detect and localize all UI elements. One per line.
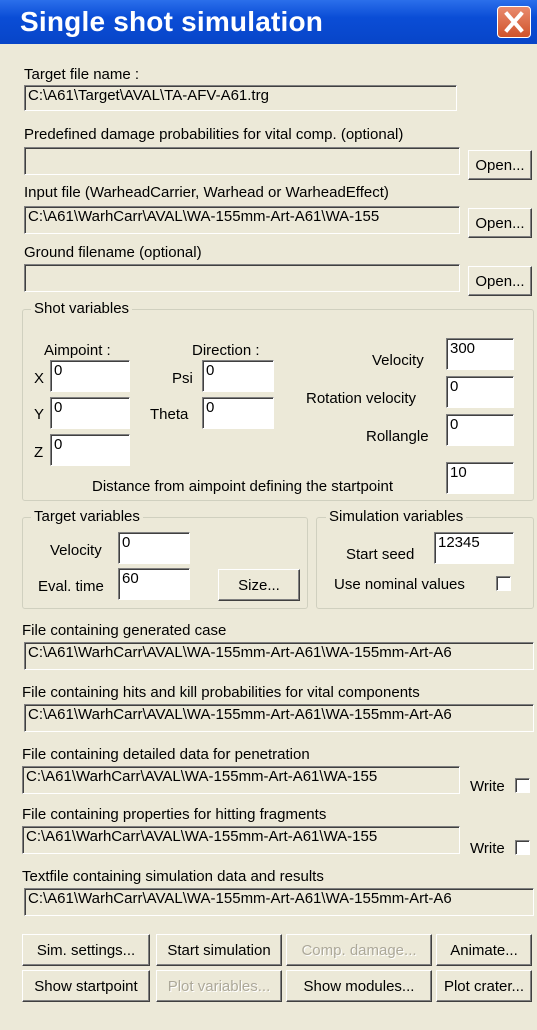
predefined-damage-label: Predefined damage probabilities for vita…: [24, 126, 404, 143]
target-file-label: Target file name :: [24, 66, 140, 83]
aimpoint-label: Aimpoint :: [44, 342, 111, 359]
rollangle-input[interactable]: 0: [446, 414, 514, 446]
generated-case-label: File containing generated case: [22, 622, 227, 639]
target-velocity-label: Velocity: [50, 542, 102, 559]
target-velocity-input[interactable]: 0: [118, 532, 190, 564]
hits-file-label: File containing hits and kill probabilit…: [22, 684, 420, 701]
fragments-write-label: Write: [470, 840, 505, 857]
psi-input[interactable]: 0: [202, 360, 274, 392]
input-file-open-button[interactable]: Open...: [468, 208, 532, 238]
aimpoint-y-input[interactable]: 0: [50, 397, 130, 429]
eval-time-label: Eval. time: [38, 578, 104, 595]
eval-time-input[interactable]: 60: [118, 568, 190, 600]
penetration-file-label: File containing detailed data for penetr…: [22, 746, 310, 763]
use-nominal-label: Use nominal values: [334, 576, 465, 593]
rotation-velocity-input[interactable]: 0: [446, 376, 514, 408]
penetration-file-field: C:\A61\WarhCarr\AVAL\WA-155mm-Art-A61\WA…: [22, 766, 460, 794]
start-seed-label: Start seed: [346, 546, 415, 563]
ground-file-open-button[interactable]: Open...: [468, 266, 532, 296]
theta-label: Theta: [150, 406, 189, 423]
textfile-field: C:\A61\WarhCarr\AVAL\WA-155mm-Art-A61\WA…: [24, 888, 534, 916]
rollangle-label: Rollangle: [366, 428, 429, 445]
simulation-variables-title: Simulation variables: [326, 508, 467, 526]
predefined-damage-field: [24, 147, 460, 175]
plot-variables-button[interactable]: Plot variables...: [156, 970, 282, 1002]
generated-case-field: C:\A61\WarhCarr\AVAL\WA-155mm-Art-A61\WA…: [24, 642, 534, 670]
close-button[interactable]: [497, 6, 531, 38]
velocity-label: Velocity: [372, 352, 424, 369]
close-icon: [504, 11, 524, 33]
start-seed-input[interactable]: 12345: [434, 532, 514, 564]
distance-label: Distance from aimpoint defining the star…: [92, 478, 393, 495]
ground-file-field: [24, 264, 460, 292]
aimpoint-z-input[interactable]: 0: [50, 434, 130, 466]
hits-file-field: C:\A61\WarhCarr\AVAL\WA-155mm-Art-A61\WA…: [24, 704, 534, 732]
theta-input[interactable]: 0: [202, 397, 274, 429]
plot-crater-button[interactable]: Plot crater...: [436, 970, 532, 1002]
animate-button[interactable]: Animate...: [436, 934, 532, 966]
size-button[interactable]: Size...: [218, 569, 300, 601]
z-label: Z: [34, 444, 44, 461]
rotation-velocity-label: Rotation velocity: [306, 390, 417, 407]
start-simulation-button[interactable]: Start simulation: [156, 934, 282, 966]
predefined-open-button[interactable]: Open...: [468, 150, 532, 180]
show-startpoint-button[interactable]: Show startpoint: [22, 970, 150, 1002]
direction-label: Direction :: [192, 342, 260, 359]
psi-label: Psi: [172, 370, 193, 387]
velocity-input[interactable]: 300: [446, 338, 514, 370]
use-nominal-checkbox[interactable]: [496, 576, 511, 591]
aimpoint-x-input[interactable]: 0: [50, 360, 130, 392]
penetration-write-checkbox[interactable]: [515, 778, 530, 793]
fragments-file-field: C:\A61\WarhCarr\AVAL\WA-155mm-Art-A61\WA…: [22, 826, 460, 854]
comp-damage-button[interactable]: Comp. damage...: [286, 934, 432, 966]
input-file-label: Input file (WarheadCarrier, Warhead or W…: [24, 184, 389, 201]
distance-input[interactable]: 10: [446, 462, 514, 494]
sim-settings-button[interactable]: Sim. settings...: [22, 934, 150, 966]
fragments-file-label: File containing properties for hitting f…: [22, 806, 327, 823]
shot-variables-title: Shot variables: [31, 300, 133, 318]
textfile-label: Textfile containing simulation data and …: [22, 868, 324, 885]
y-label: Y: [34, 406, 45, 423]
fragments-write-checkbox[interactable]: [515, 840, 530, 855]
penetration-write-label: Write: [470, 778, 505, 795]
target-variables-title: Target variables: [31, 508, 143, 526]
x-label: X: [34, 370, 45, 387]
ground-file-label: Ground filename (optional): [24, 244, 202, 261]
target-file-field: C:\A61\Target\AVAL\TA-AFV-A61.trg: [24, 85, 457, 111]
window-title: Single shot simulation: [20, 6, 324, 37]
show-modules-button[interactable]: Show modules...: [286, 970, 432, 1002]
input-file-field: C:\A61\WarhCarr\AVAL\WA-155mm-Art-A61\WA…: [24, 206, 460, 234]
